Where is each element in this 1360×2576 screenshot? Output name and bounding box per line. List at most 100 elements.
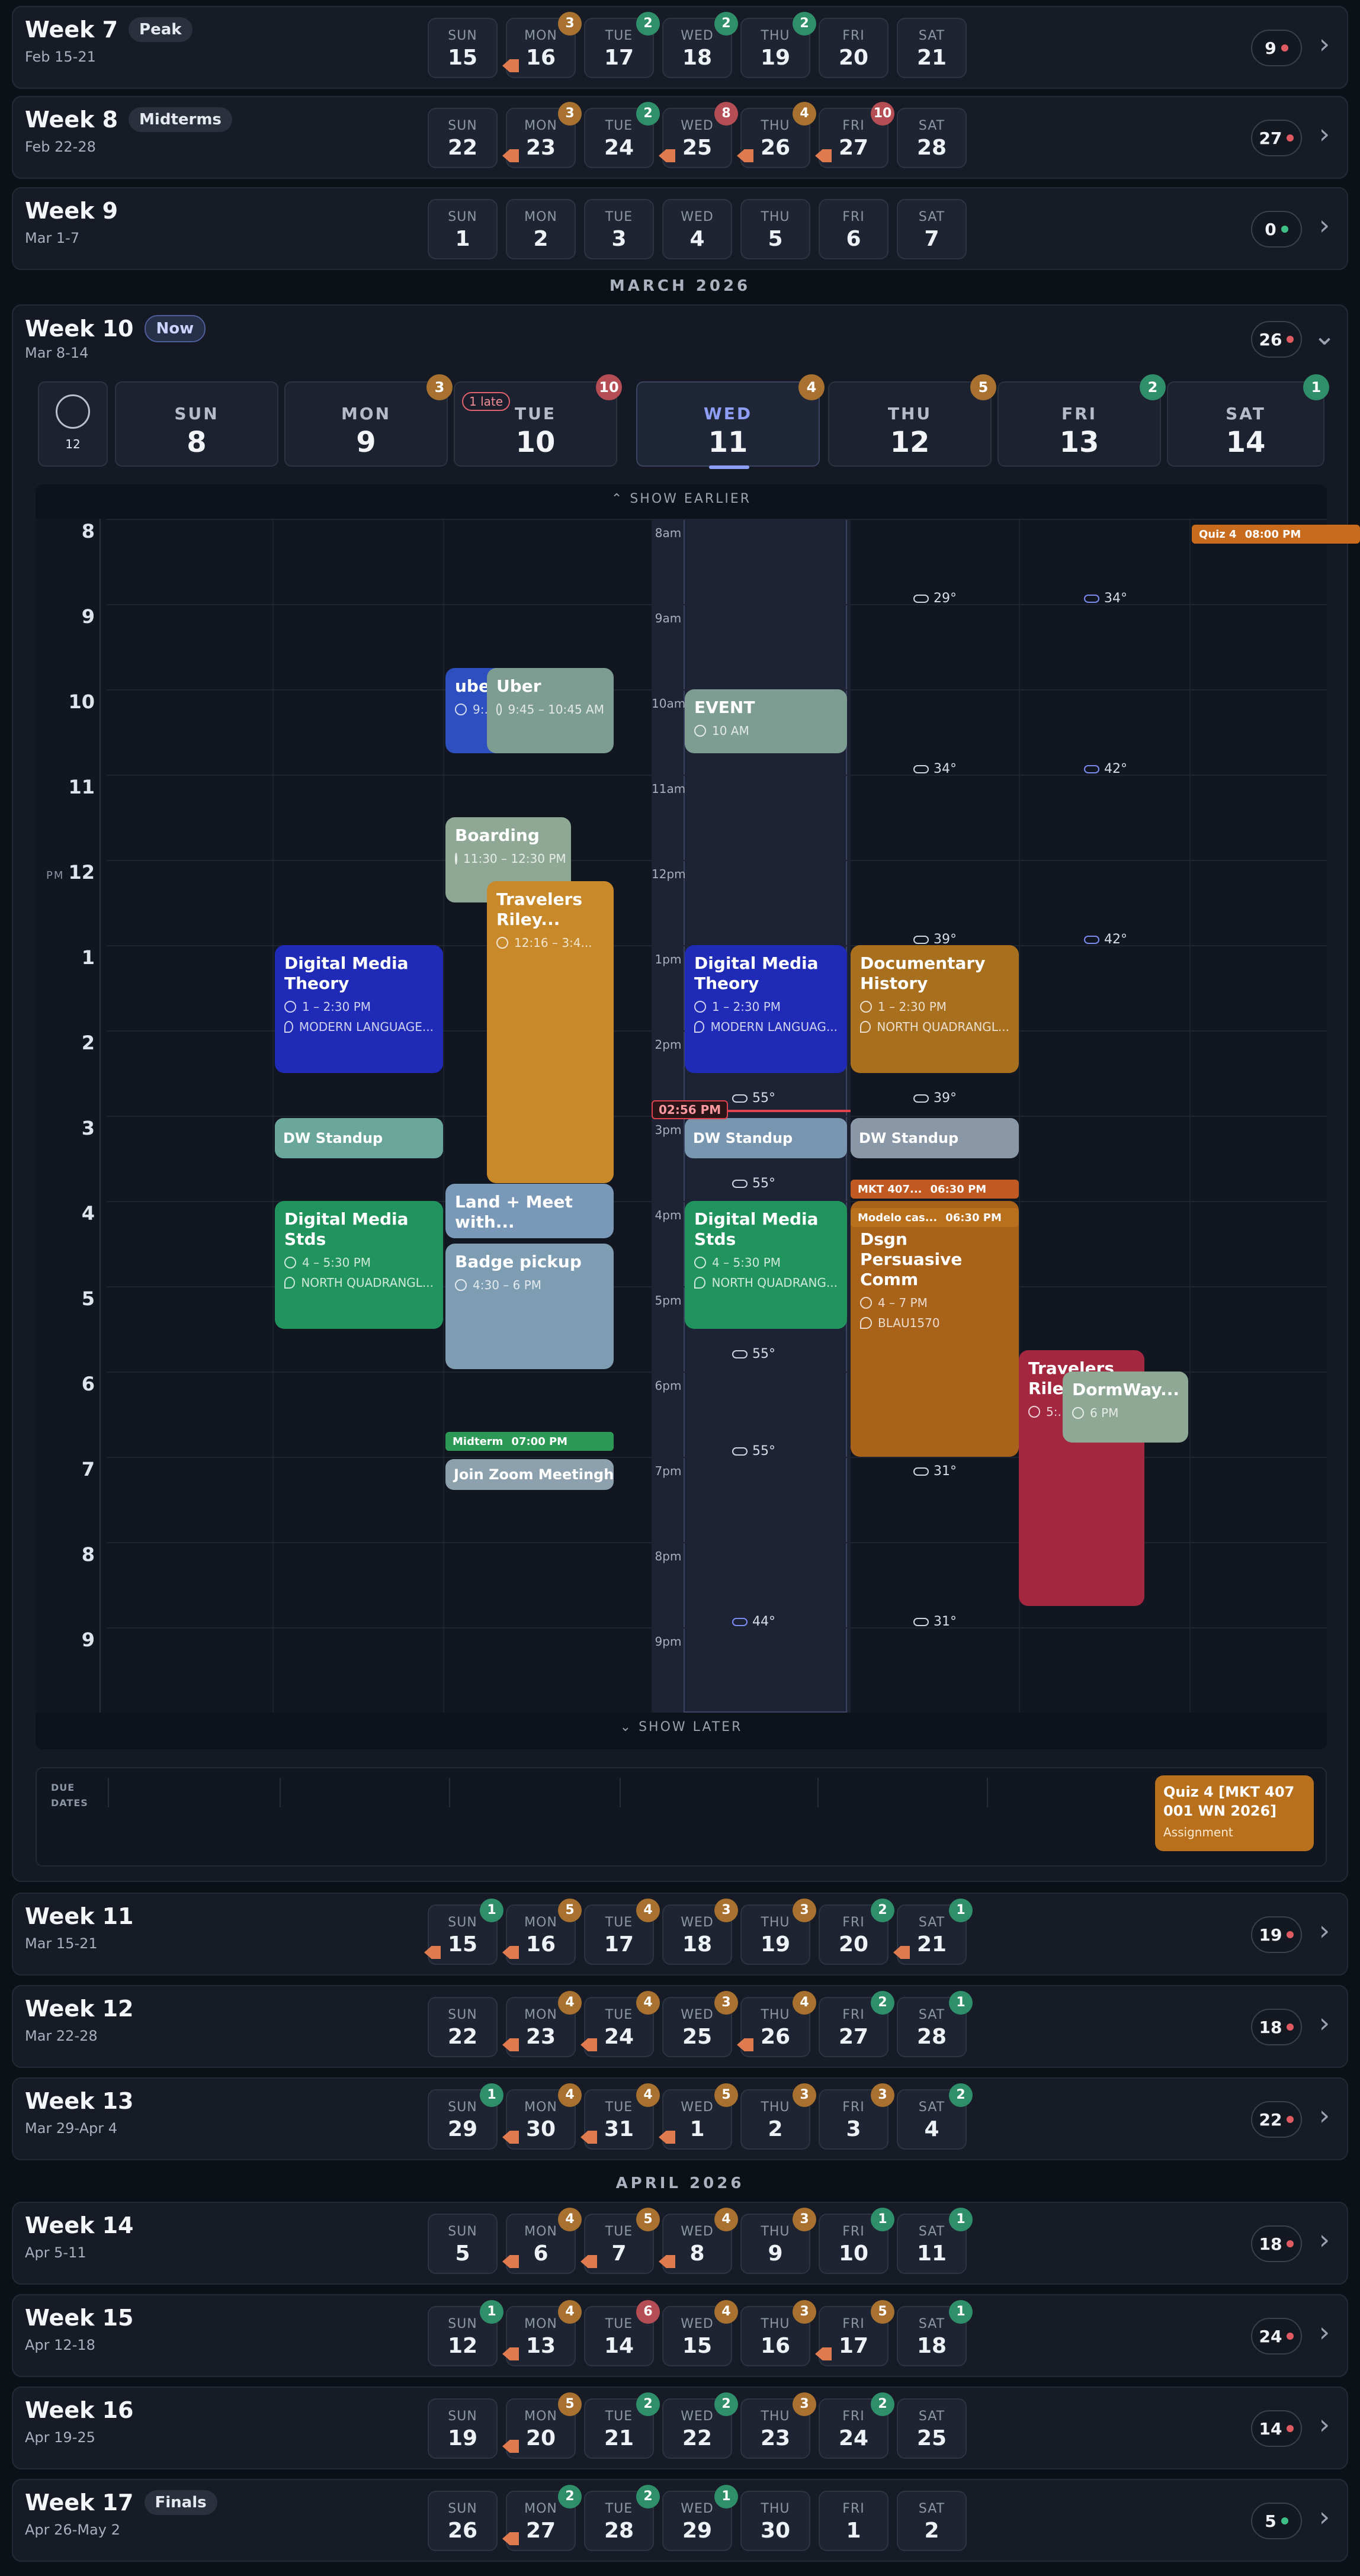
day-header[interactable]: FRI 13 2 — [997, 374, 1166, 467]
expand-chevron-icon[interactable]: › — [1313, 2318, 1336, 2346]
day-cell[interactable]: SUN 22 — [428, 108, 498, 168]
day-cell[interactable]: FRI 27 10 — [815, 102, 894, 168]
week-row[interactable]: Week 7 Peak Feb 15-21 SUN 15 MON 16 3 TUE 17 2 WED 1… — [12, 6, 1348, 89]
day-cell[interactable]: THU 2 3 — [740, 2083, 816, 2150]
week-total-badge[interactable]: 24 — [1251, 2318, 1302, 2355]
week-total-badge[interactable]: 26 — [1251, 321, 1302, 358]
day-cell[interactable]: SUN 22 — [428, 1997, 498, 2057]
week-total-badge[interactable]: 0 — [1251, 211, 1302, 248]
tag-quiz_tag[interactable]: Quiz 4 08:00 PM — [1192, 525, 1360, 544]
week-total-badge[interactable]: 22 — [1251, 2101, 1302, 2138]
day-cell[interactable]: WED 22 2 — [662, 2392, 738, 2459]
day-cell[interactable]: SUN 1 — [428, 199, 498, 259]
expand-chevron-icon[interactable]: › — [1313, 211, 1336, 239]
tag-mkt_tag[interactable]: MKT 407... 06:30 PM — [851, 1180, 1019, 1199]
event-dmt_wed[interactable]: Digital Media Theory 1 – 2:30 PM MODERN LA… — [685, 945, 847, 1073]
day-header[interactable]: MON 9 3 — [284, 374, 453, 467]
day-cell[interactable]: TUE 24 4 — [580, 1991, 660, 2057]
show-later-button[interactable]: ⌄ SHOW LATER — [36, 1720, 1327, 1735]
day-cell[interactable]: TUE 28 2 — [584, 2485, 660, 2551]
day-cell[interactable]: WED 29 1 — [662, 2485, 738, 2551]
day-cell[interactable]: MON 16 3 — [502, 12, 582, 78]
week-row[interactable]: Week 16 Apr 19-25 SUN 19 MON 20 5 TUE 21 2 WED 22 2 T… — [12, 2387, 1348, 2469]
day-cell[interactable]: WED 15 4 — [662, 2300, 738, 2366]
event-dmt_mon[interactable]: Digital Media Theory 1 – 2:30 PM MODERN LA… — [275, 945, 443, 1073]
day-cell[interactable]: THU 5 — [740, 199, 810, 259]
day-cell[interactable]: MON 16 5 — [502, 1899, 582, 1965]
event-dw_thu[interactable]: DW Standup — [851, 1118, 1019, 1158]
day-cell[interactable]: TUE 24 2 — [584, 102, 660, 168]
week-total-badge[interactable]: 18 — [1251, 2009, 1302, 2045]
day-cell[interactable]: FRI 10 1 — [819, 2208, 894, 2274]
day-cell[interactable]: THU 30 — [740, 2491, 810, 2551]
day-cell[interactable]: SAT 21 — [897, 18, 967, 78]
week-row[interactable]: Week 11 Mar 15-21 SUN 15 1 MON 16 5 TUE 17 4 WED 18 3… — [12, 1893, 1348, 1976]
day-cell[interactable]: WED 18 3 — [662, 1899, 738, 1965]
day-cell[interactable]: SAT 2 — [897, 2491, 967, 2551]
day-cell[interactable]: SUN 15 — [428, 18, 498, 78]
day-header[interactable]: TUE 10 10 1 late — [454, 374, 622, 467]
week-row[interactable]: Week 9 Mar 1-7 SUN 1 MON 2 TUE 3 WED 4 THU 5 FRI 6 SAT… — [12, 187, 1348, 270]
expand-chevron-icon[interactable]: › — [1313, 1917, 1336, 1944]
day-cell[interactable]: TUE 31 4 — [580, 2083, 660, 2150]
day-cell[interactable]: SAT 21 1 — [893, 1899, 973, 1965]
day-cell[interactable]: SAT 25 — [897, 2398, 967, 2459]
day-cell[interactable]: WED 8 4 — [659, 2208, 738, 2274]
expand-chevron-icon[interactable]: › — [1313, 2102, 1336, 2129]
day-cell[interactable]: SAT 28 — [897, 108, 967, 168]
day-cell[interactable]: SAT 18 1 — [897, 2300, 973, 2366]
expand-chevron-icon[interactable]: › — [1313, 2411, 1336, 2438]
day-cell[interactable]: SUN 5 — [428, 2214, 498, 2274]
day-cell[interactable]: TUE 3 — [584, 199, 654, 259]
day-cell[interactable]: THU 19 2 — [740, 12, 816, 78]
day-cell[interactable]: FRI 20 2 — [819, 1899, 894, 1965]
day-cell[interactable]: FRI 17 5 — [815, 2300, 894, 2366]
expand-chevron-icon[interactable]: › — [1313, 2226, 1336, 2253]
day-cell[interactable]: SUN 15 1 — [424, 1899, 503, 1965]
day-cell[interactable]: TUE 17 4 — [584, 1899, 660, 1965]
day-cell[interactable]: FRI 6 — [819, 199, 889, 259]
day-cell[interactable]: SUN 19 — [428, 2398, 498, 2459]
day-cell[interactable]: WED 1 5 — [659, 2083, 738, 2150]
day-header[interactable]: THU 12 5 — [828, 374, 996, 467]
day-cell[interactable]: FRI 24 2 — [819, 2392, 894, 2459]
day-cell[interactable]: FRI 1 — [819, 2491, 889, 2551]
expand-chevron-icon[interactable]: › — [1313, 2503, 1336, 2530]
day-header[interactable]: WED 11 4 — [636, 374, 825, 469]
event-badge[interactable]: Badge pickup 4:30 – 6 PM — [445, 1244, 614, 1369]
event-comm[interactable]: COMM 317 Dsgn Persuasive Comm4 – 7 PMBLA… — [851, 1201, 1019, 1457]
due-item-quiz-4[interactable]: Quiz 4 [MKT 407 001 WN 2026] Assignment — [1155, 1775, 1314, 1851]
day-cell[interactable]: TUE 7 5 — [580, 2208, 660, 2274]
day-cell[interactable]: SAT 11 1 — [897, 2208, 973, 2274]
day-cell[interactable]: TUE 14 6 — [584, 2300, 660, 2366]
day-cell[interactable]: MON 27 2 — [502, 2485, 582, 2551]
day-cell[interactable]: SAT 4 2 — [897, 2083, 973, 2150]
day-cell[interactable]: MON 23 4 — [502, 1991, 582, 2057]
day-cell[interactable]: MON 2 — [506, 199, 576, 259]
event-dms_wed[interactable]: Digital Media Stds 4 – 5:30 PM NORTH QUADR… — [685, 1201, 847, 1329]
day-cell[interactable]: THU 19 3 — [740, 1899, 816, 1965]
show-earlier-button[interactable]: ⌃ SHOW EARLIER — [36, 492, 1327, 506]
event-doc[interactable]: Documentary History 1 – 2:30 PM NORTH QUAD… — [851, 945, 1019, 1073]
event-dms_mon[interactable]: Digital Media Stds 4 – 5:30 PM NORTH QUADR… — [275, 1201, 443, 1329]
expand-chevron-icon[interactable]: › — [1313, 120, 1336, 147]
event-travelers[interactable]: Travelers Riley... 12:16 – 3:4... — [487, 881, 614, 1183]
event-dw_mon[interactable]: DW Standup — [275, 1118, 443, 1158]
tag-modelo_tag[interactable]: Modelo cas... 06:30 PM — [851, 1208, 1019, 1227]
day-cell[interactable]: TUE 17 2 — [584, 12, 660, 78]
day-cell[interactable]: SUN 26 — [428, 2491, 498, 2551]
week-row[interactable]: Week 15 Apr 12-18 SUN 12 1 MON 13 4 TUE 14 6 WED 15 4… — [12, 2294, 1348, 2377]
day-cell[interactable]: THU 9 3 — [740, 2208, 816, 2274]
week-row[interactable]: Week 8 Midterms Feb 22-28 SUN 22 MON 23 3 TUE 24 2… — [12, 96, 1348, 179]
day-cell[interactable]: FRI 27 2 — [819, 1991, 894, 2057]
day-cell[interactable]: WED 18 2 — [662, 12, 738, 78]
week-row[interactable]: Week 13 Mar 29-Apr 4 SUN 29 1 MON 30 4 TUE 31 4 WED… — [12, 2077, 1348, 2160]
day-cell[interactable]: MON 6 4 — [502, 2208, 582, 2274]
day-cell[interactable]: SUN 29 1 — [428, 2083, 503, 2150]
week-row[interactable]: Week 17 Finals Apr 26-May 2 SUN 26 MON 27 2 TUE 2… — [12, 2479, 1348, 2562]
collapse-chevron-icon[interactable]: ⌄ — [1313, 322, 1336, 349]
day-cell[interactable]: WED 25 8 — [659, 102, 738, 168]
day-header[interactable]: SAT 14 1 — [1167, 374, 1329, 467]
week-row[interactable]: Week 14 Apr 5-11 SUN 5 MON 6 4 TUE 7 5 WED 8 4 THU 9 3 F… — [12, 2202, 1348, 2285]
day-cell[interactable]: MON 13 4 — [502, 2300, 582, 2366]
